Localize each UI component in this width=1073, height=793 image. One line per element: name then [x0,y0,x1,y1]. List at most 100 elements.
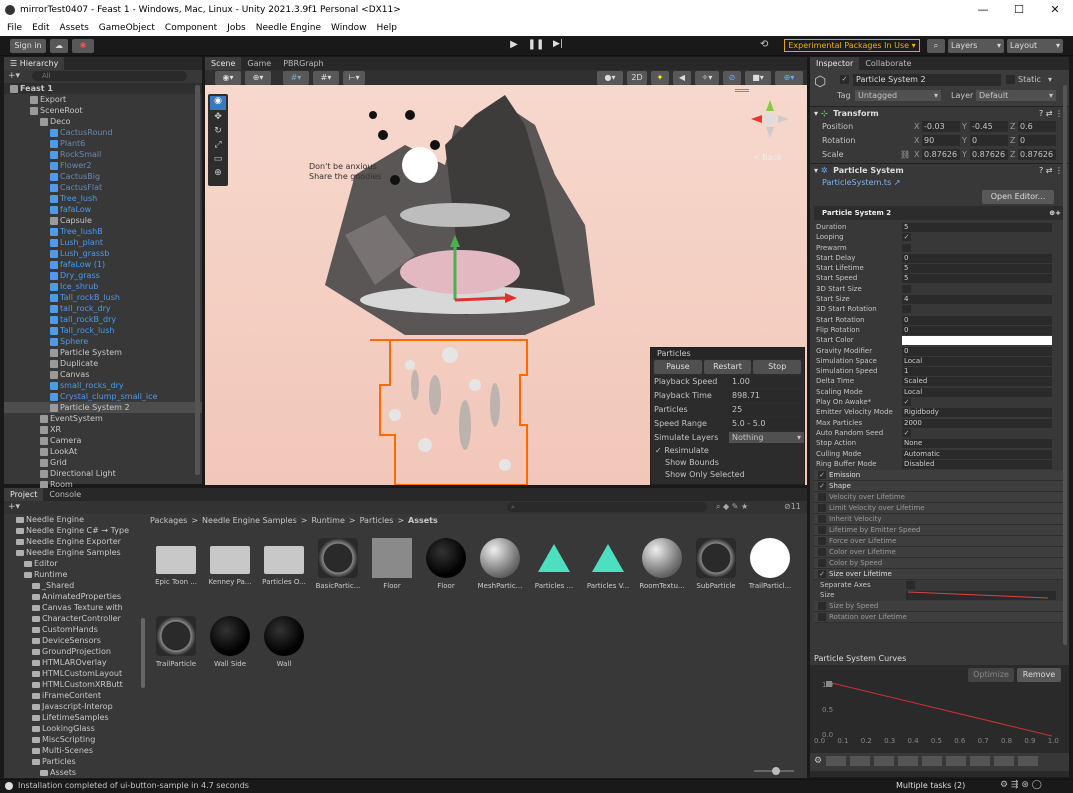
open-editor-button[interactable]: Open Editor... [982,190,1054,204]
hierarchy-row[interactable]: fafaLow [4,204,202,215]
minimize-button[interactable]: — [965,0,1001,20]
hierarchy-row[interactable]: Export [4,94,202,105]
transform-position-x-field[interactable]: -0.03 [922,121,960,132]
project-tree-row[interactable]: CharacterController [4,613,144,624]
particles-info-value[interactable]: 898.71 [729,390,804,402]
simulate-layers-dropdown[interactable]: Nothing ▾ [729,432,804,443]
hierarchy-row[interactable]: Canvas [4,369,202,380]
asset-item[interactable]: Wall Side [204,616,256,668]
menu-component[interactable]: Component [165,23,217,33]
project-tree-row[interactable]: AnimatedProperties [4,591,144,602]
component-menu-icon[interactable]: ? ⇄ ⋮ [1039,107,1063,120]
ps-module-row[interactable]: Inherit Velocity [814,514,1065,526]
project-tree-row[interactable]: iFrameContent [4,690,144,701]
rotate-tool-icon[interactable]: ↻ [208,126,228,140]
snap-settings-icon[interactable]: ⊢▾ [343,71,365,85]
hierarchy-row[interactable]: Lush_grassb [4,248,202,259]
project-tree-row[interactable]: LookingGlass [4,723,144,734]
add-icon[interactable]: +▾ [8,71,20,81]
asset-item[interactable]: SubParticle [690,538,742,590]
ps-prop-field[interactable]: Automatic [902,449,1052,459]
project-tree-row[interactable]: Javascript-Interop [4,701,144,712]
project-tree-row[interactable]: Needle Engine [4,514,144,525]
transform-rotation-x-field[interactable]: 90 [922,135,960,146]
audio-toggle-icon[interactable]: ◀ [673,71,691,85]
hierarchy-row[interactable]: CactusBig [4,171,202,182]
tasks-status[interactable]: Multiple tasks (2) [896,781,965,790]
start-color-swatch[interactable] [902,336,1052,346]
collab-icon[interactable]: ✱ [72,39,94,53]
ps-module-row[interactable]: ✓ Emission [814,470,1065,482]
particles-info-value[interactable]: 1.00 [729,376,804,388]
ps-prop-checkbox[interactable] [902,243,911,252]
hierarchy-search-input[interactable]: All [32,71,187,81]
hierarchy-row[interactable]: CactusRound [4,127,202,138]
transform-rotation-z-field[interactable]: 0 [1018,135,1056,146]
menu-needle-engine[interactable]: Needle Engine [256,23,321,33]
tab-console[interactable]: Console [43,488,87,501]
hierarchy-row[interactable]: Tree_lush [4,193,202,204]
active-checkbox[interactable]: ✓ [840,75,849,84]
layers-dropdown[interactable]: Layers ▾ [948,39,1004,53]
history-icon[interactable]: ⟲ [760,39,774,53]
pause-button[interactable]: ❚❚ [527,39,545,53]
breadcrumb-item[interactable]: Packages [150,516,187,525]
hierarchy-scrollbar[interactable] [195,85,200,475]
hierarchy-row[interactable]: tall_rock_dry [4,303,202,314]
transform-position-z-field[interactable]: 0.6 [1018,121,1056,132]
move-tool-icon[interactable]: ✥ [208,112,228,126]
curve-preset-1[interactable] [826,756,847,766]
hierarchy-row[interactable]: Tall_rock_lush [4,325,202,336]
hierarchy-row[interactable]: Sphere [4,336,202,347]
hierarchy-row[interactable]: Ice_shrub [4,281,202,292]
tab-project[interactable]: Project [4,488,44,501]
search-icon[interactable]: ⌕ [927,39,945,53]
project-add-icon[interactable]: +▾ [8,502,20,512]
ps-prop-field[interactable]: 5 [902,274,1052,284]
hierarchy-row[interactable]: Particle System [4,347,202,358]
ps-prop-field[interactable]: 0 [902,315,1052,325]
hierarchy-row[interactable]: Particle System 2 [4,402,202,413]
ps-module-row[interactable]: Color over Lifetime [814,547,1065,559]
hidden-packages-badge[interactable]: ⊘11 [784,502,801,511]
breadcrumb-item[interactable]: Assets [408,516,438,525]
hierarchy-row[interactable]: RockSmall [4,149,202,160]
constrain-proportions-icon[interactable]: ⛓ [900,148,910,162]
project-tree-row[interactable]: Multi-Scenes [4,745,144,756]
ps-module-row[interactable]: Force over Lifetime [814,536,1065,548]
hierarchy-row[interactable]: Grid [4,457,202,468]
asset-item[interactable]: Floor [366,538,418,590]
project-tree-row[interactable]: HTMLCustomLayout [4,668,144,679]
project-tree-row[interactable]: _Shared [4,580,144,591]
ps-prop-checkbox[interactable]: ✓ [902,428,911,437]
ps-prop-field[interactable]: None [902,439,1052,449]
curve-preset-5[interactable] [922,756,943,766]
asset-item[interactable]: Wall [258,616,310,668]
hierarchy-row[interactable]: XR [4,424,202,435]
zoom-slider-handle[interactable] [772,767,780,775]
ps-prop-field[interactable]: 5 [902,264,1052,274]
ps-module-checkbox[interactable] [818,559,826,568]
ps-module-checkbox[interactable] [818,601,826,610]
asset-item[interactable]: Particles ... [528,538,580,590]
ps-prop-field[interactable]: 0 [902,325,1052,335]
hierarchy-row[interactable]: tall_rockB_dry [4,314,202,325]
layout-dropdown[interactable]: Layout ▾ [1007,39,1063,53]
asset-item[interactable]: Floor [420,538,472,590]
cloud-icon[interactable]: ☁ [50,39,68,53]
particles-info-value[interactable]: 5.0 - 5.0 [729,418,804,430]
ps-prop-field[interactable]: 1 [902,367,1052,377]
global-dropdown[interactable]: ⊕▾ [245,71,271,85]
lighting-toggle-icon[interactable]: ✦ [651,71,669,85]
ps-module-checkbox[interactable] [818,548,826,557]
project-tree-row[interactable]: DeviceSensors [4,635,144,646]
ps-component-menu-icon[interactable]: ? ⇄ ⋮ [1039,164,1063,177]
ps-module-checkbox[interactable]: ✓ [818,471,826,480]
transform-rotation-y-field[interactable]: 0 [970,135,1008,146]
inspector-scrollbar[interactable] [1063,85,1067,645]
ps-prop-checkbox[interactable]: ✓ [902,233,911,242]
show-bounds-row[interactable]: Show Bounds [651,457,804,469]
view-tool-icon[interactable]: ◉ [210,96,226,110]
ps-module-checkbox[interactable]: ✓ [818,482,826,491]
resimulate-row[interactable]: ✓ Resimulate [651,445,804,457]
